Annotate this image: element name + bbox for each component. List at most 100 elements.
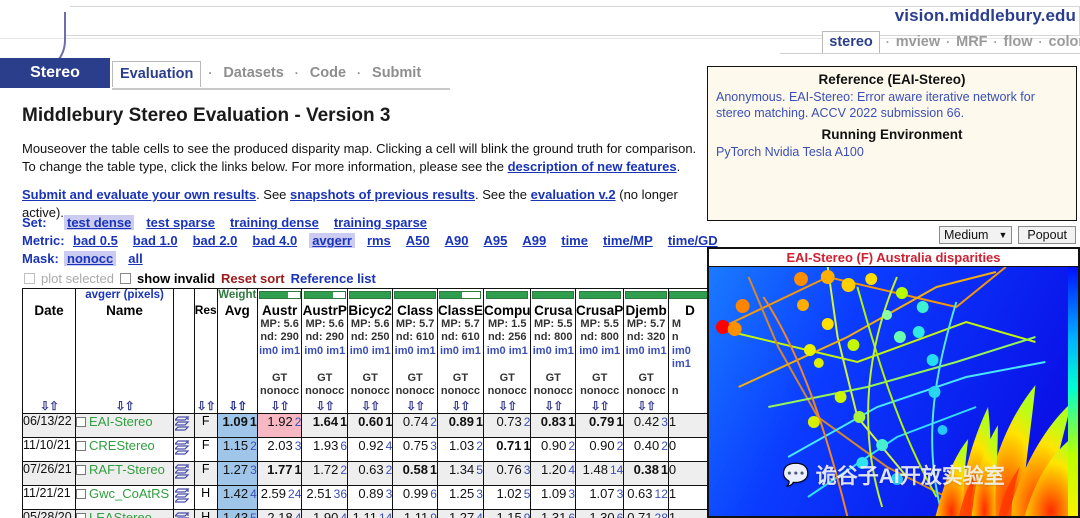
scene-images-link[interactable]: im0 im1 (575, 344, 625, 372)
sort-scene-arrows[interactable]: ⇩⇧ (271, 399, 290, 413)
col-scene-austrp[interactable]: AustrP (301, 302, 349, 318)
col-scene-d[interactable]: D (667, 302, 712, 318)
row-checkbox[interactable] (76, 488, 87, 499)
row-method-link[interactable]: RAFT-Stereo (89, 462, 165, 477)
sort-scene-arrows[interactable]: ⇩⇧ (498, 399, 517, 413)
set-option-training-sparse[interactable]: training sparse (331, 215, 430, 230)
popout-button[interactable]: Popout (1018, 226, 1076, 244)
row-score-cell[interactable]: 0.58 1 (392, 460, 438, 486)
tab-code[interactable]: Code (306, 65, 350, 81)
section-brand-stereo[interactable]: Stereo (0, 58, 110, 88)
row-score-cell[interactable]: 1.30 6 (575, 508, 625, 518)
row-score-cell[interactable]: 1.07 3 (575, 484, 625, 510)
scene-gt[interactable]: GT (623, 371, 669, 385)
set-option-training-dense[interactable]: training dense (227, 215, 322, 230)
row-score-cell[interactable]: 1.31 6 (530, 508, 577, 518)
viewer-size-select[interactable]: Medium ▼ (938, 226, 1013, 244)
metric-option-bad-05[interactable]: bad 0.5 (70, 233, 121, 248)
metric-option-time-mp[interactable]: time/MP (600, 233, 656, 248)
site-nav-mview[interactable]: mview (896, 34, 940, 50)
row-score-cell[interactable]: 0.60 1 (347, 412, 394, 438)
scene-gt[interactable]: GT (575, 371, 625, 385)
row-score-cell[interactable]: 1.93 6 (301, 436, 349, 462)
metric-option-bad-10[interactable]: bad 1.0 (130, 233, 181, 248)
col-scene-compu[interactable]: Compu (482, 302, 532, 318)
row-score-cell[interactable]: 0.83 1 (530, 412, 577, 438)
row-score-cell[interactable]: 0.42 3 (623, 412, 669, 438)
row-name[interactable]: LEAStereo (75, 508, 175, 518)
row-score-cell[interactable]: 0.38 1 (623, 460, 669, 486)
site-nav-stereo[interactable]: stereo (822, 31, 880, 53)
metric-option-a99[interactable]: A99 (519, 233, 549, 248)
site-nav-mrf[interactable]: MRF (956, 34, 987, 50)
row-score-cell[interactable]: 2.59 24 (256, 484, 303, 510)
table-row[interactable]: 11/21/21 Gwc_CoAtRS H 1.42 4 2.59 24 2.51 36 0.89… (22, 484, 712, 510)
row-score-cell[interactable]: 1.02 5 (482, 484, 532, 510)
scene-images-link[interactable]: im0 im1 (530, 344, 577, 372)
col-scene-austr[interactable]: Austr (256, 302, 303, 318)
row-score-cell[interactable]: 2.03 3 (256, 436, 303, 462)
row-score-cell[interactable]: 1.20 4 (530, 460, 577, 486)
scene-gt[interactable]: GT (256, 371, 303, 385)
reset-sort-button[interactable]: Reset sort (221, 271, 285, 286)
row-score-cell[interactable]: 1 (667, 484, 712, 510)
row-score-cell[interactable]: 0.71 1 (482, 436, 532, 462)
col-scene-bicyc2[interactable]: Bicyc2 (347, 302, 394, 318)
row-score-cell[interactable]: 0 (667, 460, 712, 486)
col-scene-djemb[interactable]: Djemb (623, 302, 669, 318)
scene-gt[interactable]: GT (436, 371, 484, 385)
scene-images-link[interactable]: im0 im1 (392, 344, 438, 372)
row-checkbox[interactable] (76, 512, 87, 518)
scene-images-link[interactable]: im0 im1 (301, 344, 349, 372)
row-score-cell[interactable]: 1 (667, 412, 712, 438)
row-score-cell[interactable]: 1.25 3 (436, 484, 484, 510)
row-checkbox[interactable] (76, 440, 87, 451)
set-option-test-dense[interactable]: test dense (64, 215, 135, 230)
scene-gt[interactable]: GT (301, 371, 349, 385)
site-nav-color[interactable]: color (1049, 34, 1080, 50)
sort-date-arrows[interactable]: ⇩⇧ (40, 399, 59, 413)
sort-scene-arrows[interactable]: ⇩⇧ (637, 399, 656, 413)
metric-option-a50[interactable]: A50 (403, 233, 433, 248)
row-score-cell[interactable]: 1.03 2 (436, 436, 484, 462)
row-score-cell[interactable]: 1.09 3 (530, 484, 577, 510)
scene-images-link[interactable]: im0 im1 (256, 344, 303, 372)
row-score-cell[interactable]: 1.48 14 (575, 460, 625, 486)
set-option-test-sparse[interactable]: test sparse (143, 215, 218, 230)
row-checkbox[interactable] (76, 464, 87, 475)
metric-option-time[interactable]: time (558, 233, 591, 248)
row-score-cell[interactable]: 1.90 4 (301, 508, 349, 518)
row-score-cell[interactable]: 0.90 2 (575, 436, 625, 462)
sort-scene-arrows[interactable]: ⇩⇧ (361, 399, 380, 413)
disparity-viewer[interactable]: EAI-Stereo (F) Australia disparities 💬 诡… (707, 247, 1080, 518)
tab-submit[interactable]: Submit (368, 65, 425, 81)
row-score-cell[interactable]: 0.76 3 (482, 460, 532, 486)
site-nav-flow[interactable]: flow (1004, 34, 1033, 50)
mask-option-nonocc[interactable]: nonocc (64, 251, 117, 266)
row-score-cell[interactable]: 1.11 14 (347, 508, 394, 518)
row-score-cell[interactable]: 1.92 2 (256, 412, 303, 438)
metric-option-rms[interactable]: rms (364, 233, 394, 248)
row-method-link[interactable]: EAI-Stereo (89, 414, 153, 429)
row-name[interactable]: RAFT-Stereo (75, 460, 175, 486)
description-of-new-features-link[interactable]: description of new features (508, 159, 677, 174)
row-method-link[interactable]: CREStereo (89, 438, 155, 453)
row-score-cell[interactable]: 0.71 28 (623, 508, 669, 518)
row-method-link[interactable]: LEAStereo (89, 510, 152, 518)
row-avg-cell[interactable]: 1.09 1 (216, 412, 258, 438)
evaluation-v2-link[interactable]: evaluation v.2 (531, 187, 616, 202)
metric-option-bad-40[interactable]: bad 4.0 (249, 233, 300, 248)
scene-gt[interactable]: GT (530, 371, 577, 385)
sort-scene-arrows[interactable]: ⇩⇧ (591, 399, 610, 413)
row-score-cell[interactable]: 0.63 2 (347, 460, 394, 486)
row-score-cell[interactable]: 1.15 9 (482, 508, 532, 518)
mask-option-all[interactable]: all (125, 251, 145, 266)
table-row[interactable]: 05/28/20 LEAStereo H 1.43 5 2.18 4 1.90 4 1.11 14 1… (22, 508, 712, 518)
sort-scene-arrows[interactable]: ⇩⇧ (451, 399, 470, 413)
table-row[interactable]: 07/26/21 RAFT-Stereo F 1.27 3 1.77 1 1.72 2 0.63 2… (22, 460, 712, 486)
row-score-cell[interactable]: 0.89 1 (436, 412, 484, 438)
row-thumb-icon[interactable] (173, 436, 195, 462)
scene-images-link[interactable]: im0 im1 (482, 344, 532, 372)
results-table-wrapper[interactable]: avgerr (pixels) Weight Date Name Res Avg… (22, 288, 712, 518)
row-name[interactable]: Gwc_CoAtRS (75, 484, 175, 510)
